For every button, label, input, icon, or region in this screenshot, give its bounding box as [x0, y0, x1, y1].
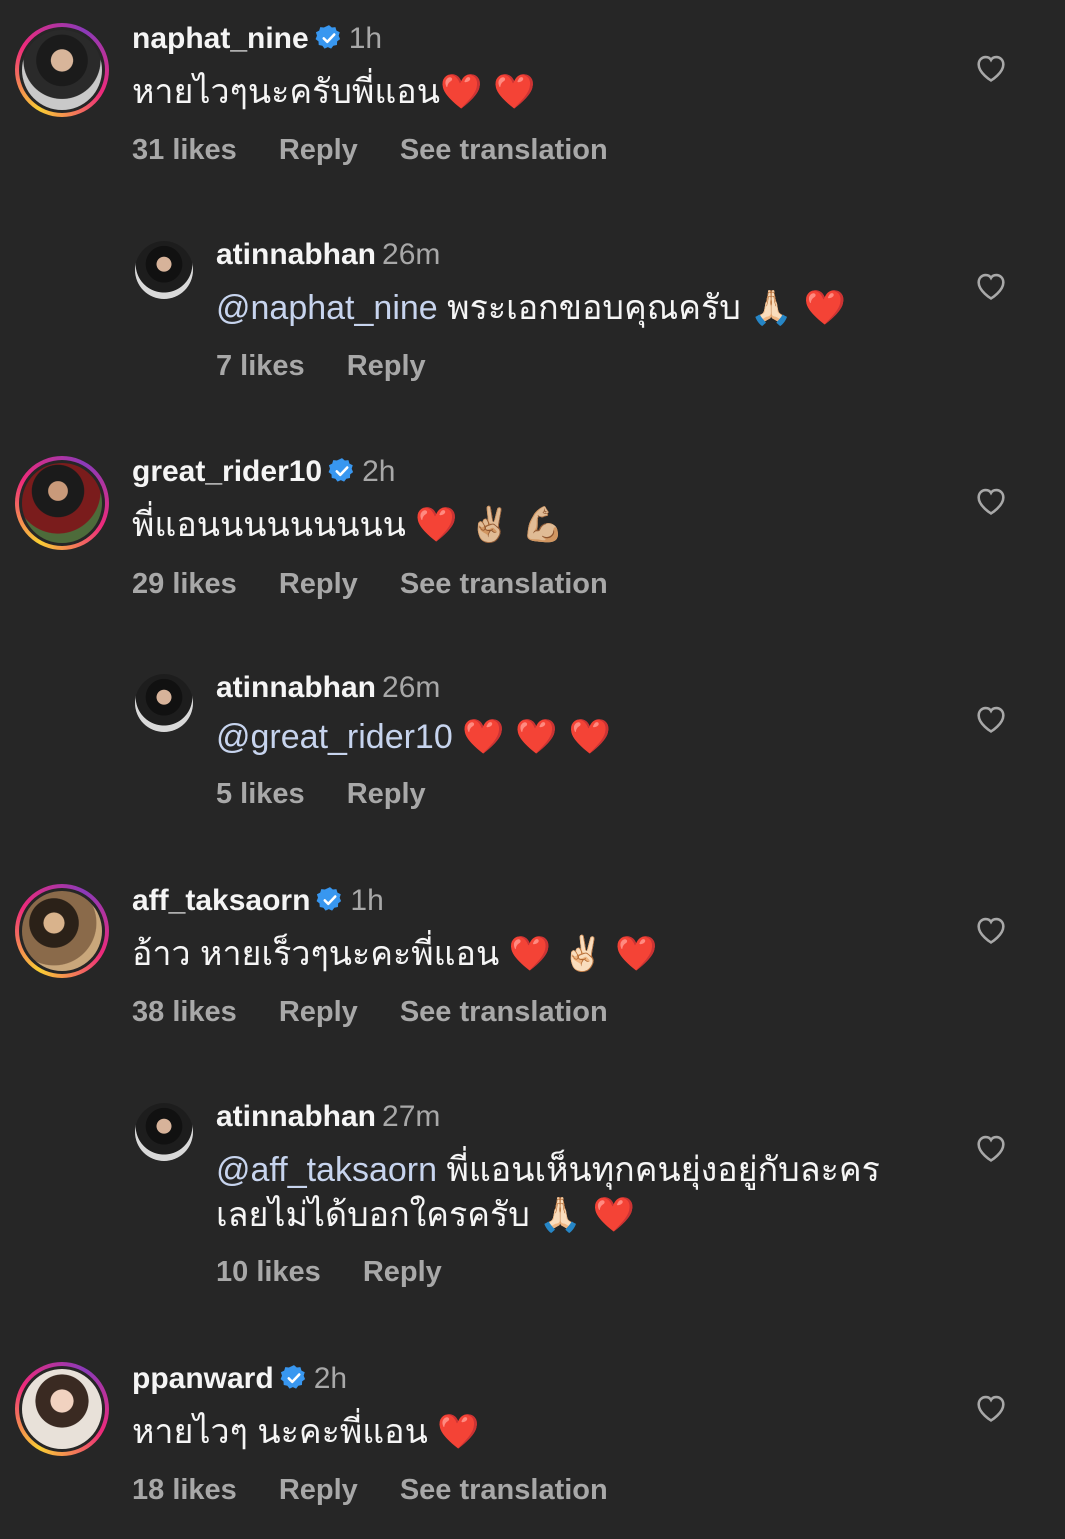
- comment-header: atinnabhan 26m: [216, 237, 440, 273]
- timestamp: 26m: [382, 671, 441, 704]
- reply-button[interactable]: Reply: [347, 778, 426, 810]
- timestamp: 27m: [382, 1100, 441, 1133]
- reply-button[interactable]: Reply: [279, 568, 358, 600]
- avatar[interactable]: [135, 674, 193, 732]
- comment-body: อ้าว หายเร็วๆนะคะพี่แอน: [132, 935, 500, 973]
- avatar[interactable]: [15, 23, 109, 117]
- heart-outline-icon[interactable]: [974, 702, 1008, 734]
- see-translation-button[interactable]: See translation: [400, 568, 608, 600]
- mention-link[interactable]: @naphat_nine: [216, 289, 438, 327]
- username[interactable]: atinnabhan: [216, 671, 376, 704]
- likes-count[interactable]: 29 likes: [132, 568, 237, 600]
- likes-count[interactable]: 18 likes: [132, 1474, 237, 1506]
- likes-count[interactable]: 10 likes: [216, 1256, 321, 1288]
- heart-outline-icon[interactable]: [974, 51, 1008, 83]
- comment-header: atinnabhan 27m: [216, 1099, 440, 1135]
- comment-emoji: ❤️ ✌🏼 💪🏼: [415, 505, 565, 545]
- comment-header: great_rider10 2h: [132, 454, 395, 490]
- likes-count[interactable]: 5 likes: [216, 778, 305, 810]
- comment-emoji: ❤️ ❤️ ❤️: [462, 717, 611, 757]
- comment-actions: 18 likes Reply See translation: [132, 1472, 650, 1508]
- likes-count[interactable]: 7 likes: [216, 350, 305, 382]
- comment-actions: 31 likes Reply See translation: [132, 132, 650, 168]
- comment-text-line2: เลยไม่ได้บอกใครครับ 🙏🏻 ❤️: [216, 1192, 635, 1238]
- comment-text: หายไวๆ นะคะพี่แอน ❤️: [132, 1409, 480, 1455]
- verified-badge-icon: [315, 25, 340, 49]
- comment-body: พี่แอนนนนนนนนน: [132, 506, 406, 544]
- reply-button[interactable]: Reply: [279, 1474, 358, 1506]
- comment-actions: 29 likes Reply See translation: [132, 566, 650, 602]
- reply-button[interactable]: Reply: [279, 996, 358, 1028]
- comment-text: อ้าว หายเร็วๆนะคะพี่แอน ❤️ ✌🏻 ❤️: [132, 931, 657, 977]
- comment-text: หายไวๆนะครับพี่แอน❤️ ❤️: [132, 69, 535, 115]
- comment-text: @aff_taksaorn พี่แอนเห็นทุกคนยุ่งอยู่กับ…: [216, 1147, 880, 1193]
- username[interactable]: naphat_nine: [132, 22, 309, 55]
- comment-text: พี่แอนนนนนนนนน ❤️ ✌🏼 💪🏼: [132, 502, 564, 548]
- comment-actions: 38 likes Reply See translation: [132, 994, 650, 1030]
- likes-count[interactable]: 31 likes: [132, 134, 237, 166]
- see-translation-button[interactable]: See translation: [400, 134, 608, 166]
- comment-text: @naphat_nine พระเอกขอบคุณครับ 🙏🏻 ❤️: [216, 285, 846, 331]
- verified-badge-icon: [316, 887, 342, 911]
- reply-button[interactable]: Reply: [347, 350, 426, 382]
- comment-actions: 5 likes Reply: [216, 776, 468, 812]
- timestamp: 26m: [382, 238, 441, 271]
- heart-outline-icon[interactable]: [974, 484, 1008, 516]
- avatar[interactable]: [15, 1362, 109, 1456]
- heart-outline-icon[interactable]: [974, 1131, 1008, 1163]
- username[interactable]: atinnabhan: [216, 1100, 376, 1133]
- comment-body: หายไวๆนะครับพี่แอน: [132, 73, 440, 111]
- comment-header: aff_taksaorn 1h: [132, 883, 384, 919]
- comment-emoji: ❤️ ❤️: [439, 72, 536, 112]
- comment-body: หายไวๆ นะคะพี่แอน: [132, 1413, 428, 1451]
- avatar[interactable]: [135, 241, 193, 299]
- heart-outline-icon[interactable]: [974, 1391, 1008, 1423]
- timestamp: 1h: [348, 22, 383, 55]
- comment-body: เลยไม่ได้บอกใครครับ: [216, 1196, 530, 1234]
- verified-badge-icon: [280, 1365, 305, 1389]
- comment-emoji: ❤️: [437, 1412, 480, 1452]
- comment-body: พระเอกขอบคุณครับ: [447, 289, 741, 327]
- timestamp: 2h: [362, 455, 396, 488]
- avatar[interactable]: [15, 456, 109, 550]
- likes-count[interactable]: 38 likes: [132, 996, 237, 1028]
- comment-header: ppanward 2h: [132, 1361, 347, 1397]
- comment-emoji: 🙏🏻 ❤️: [750, 288, 846, 328]
- avatar[interactable]: [15, 884, 109, 978]
- comment-text: @great_rider10 ❤️ ❤️ ❤️: [216, 714, 611, 760]
- comment-header: atinnabhan 26m: [216, 670, 440, 706]
- comment-header: naphat_nine 1h: [132, 21, 382, 57]
- username[interactable]: ppanward: [132, 1362, 274, 1395]
- comment-actions: 10 likes Reply: [216, 1254, 484, 1290]
- see-translation-button[interactable]: See translation: [400, 1474, 608, 1506]
- reply-button[interactable]: Reply: [279, 134, 358, 166]
- username[interactable]: great_rider10: [132, 455, 322, 488]
- heart-outline-icon[interactable]: [974, 913, 1008, 945]
- see-translation-button[interactable]: See translation: [400, 996, 608, 1028]
- avatar[interactable]: [135, 1103, 193, 1161]
- reply-button[interactable]: Reply: [363, 1256, 442, 1288]
- username[interactable]: atinnabhan: [216, 238, 376, 271]
- username[interactable]: aff_taksaorn: [132, 884, 310, 917]
- timestamp: 1h: [350, 884, 384, 917]
- comment-emoji: ❤️ ✌🏻 ❤️: [508, 934, 658, 974]
- mention-link[interactable]: @aff_taksaorn: [216, 1151, 437, 1189]
- verified-badge-icon: [328, 458, 354, 482]
- comment-emoji: 🙏🏻 ❤️: [539, 1195, 635, 1235]
- timestamp: 2h: [313, 1362, 348, 1395]
- comment-body: พี่แอนเห็นทุกคนยุ่งอยู่กับละคร: [446, 1151, 880, 1189]
- heart-outline-icon[interactable]: [974, 269, 1008, 301]
- comment-actions: 7 likes Reply: [216, 348, 468, 384]
- mention-link[interactable]: @great_rider10: [216, 718, 453, 756]
